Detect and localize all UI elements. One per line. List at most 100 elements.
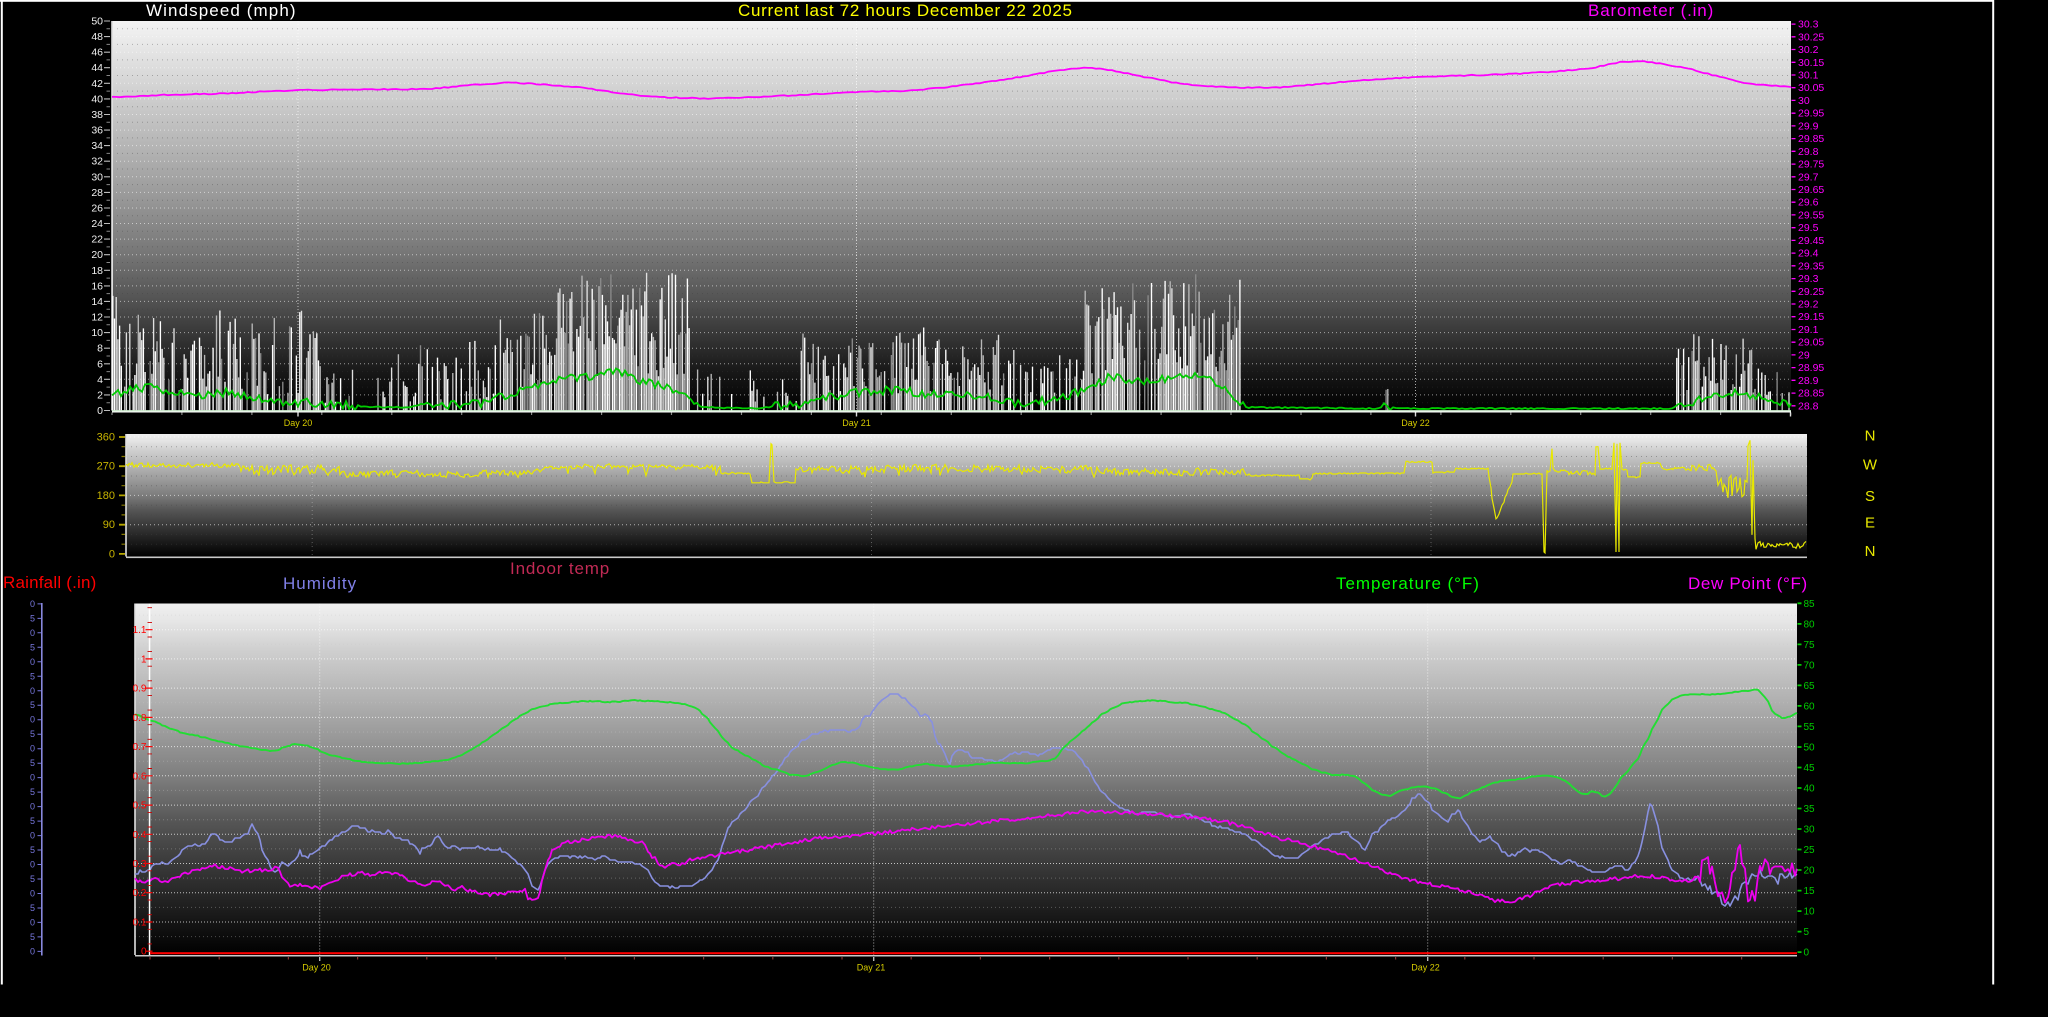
svg-text:30: 30 <box>91 171 103 183</box>
svg-text:75: 75 <box>1804 640 1816 651</box>
svg-text:S: S <box>1865 488 1875 505</box>
svg-text:0: 0 <box>30 802 35 812</box>
svg-text:270: 270 <box>97 461 115 473</box>
svg-text:44: 44 <box>91 62 103 74</box>
svg-text:5: 5 <box>30 787 35 797</box>
svg-text:E: E <box>1865 515 1875 532</box>
svg-text:36: 36 <box>91 125 103 137</box>
svg-text:0: 0 <box>30 628 35 638</box>
svg-text:29.4: 29.4 <box>1798 248 1819 260</box>
svg-text:0.2: 0.2 <box>133 888 147 899</box>
svg-text:Temperature (°F): Temperature (°F) <box>1336 574 1480 593</box>
svg-text:6: 6 <box>97 358 103 370</box>
svg-text:30.05: 30.05 <box>1798 82 1824 94</box>
svg-text:5: 5 <box>30 671 35 681</box>
svg-text:29.65: 29.65 <box>1798 184 1824 196</box>
svg-text:30: 30 <box>1798 95 1810 107</box>
svg-text:W: W <box>1863 457 1878 474</box>
svg-text:14: 14 <box>91 296 103 308</box>
svg-text:85: 85 <box>1804 599 1816 610</box>
svg-text:48: 48 <box>91 31 103 43</box>
svg-text:Day 20: Day 20 <box>284 418 313 428</box>
svg-text:29.25: 29.25 <box>1798 286 1824 298</box>
svg-text:10: 10 <box>1804 907 1816 918</box>
svg-text:0: 0 <box>30 744 35 754</box>
svg-text:60: 60 <box>1804 701 1816 712</box>
svg-text:5: 5 <box>30 874 35 884</box>
svg-text:0: 0 <box>30 946 35 956</box>
svg-text:29.15: 29.15 <box>1798 311 1824 323</box>
svg-text:40: 40 <box>91 93 103 105</box>
svg-text:5: 5 <box>30 816 35 826</box>
svg-text:29.3: 29.3 <box>1798 273 1819 285</box>
svg-text:Rainfall (.in): Rainfall (.in) <box>3 573 97 592</box>
svg-text:18: 18 <box>91 265 103 277</box>
svg-text:5: 5 <box>30 845 35 855</box>
svg-text:Current last 72 hours December: Current last 72 hours December 22 2025 <box>738 1 1073 20</box>
svg-text:34: 34 <box>91 140 103 152</box>
svg-text:5: 5 <box>30 613 35 623</box>
svg-text:20: 20 <box>1804 866 1816 877</box>
svg-text:N: N <box>1865 543 1876 560</box>
svg-text:30.3: 30.3 <box>1798 19 1819 31</box>
svg-text:46: 46 <box>91 47 103 59</box>
svg-text:5: 5 <box>30 729 35 739</box>
svg-text:360: 360 <box>97 432 115 444</box>
svg-text:0: 0 <box>30 599 35 609</box>
svg-text:Day 21: Day 21 <box>842 418 871 428</box>
svg-text:50: 50 <box>91 16 103 28</box>
svg-text:0.3: 0.3 <box>133 859 147 870</box>
svg-text:0.7: 0.7 <box>133 742 147 753</box>
svg-text:0.9: 0.9 <box>133 684 147 695</box>
svg-text:32: 32 <box>91 156 103 168</box>
svg-text:0: 0 <box>30 831 35 841</box>
svg-text:Dew Point (°F): Dew Point (°F) <box>1688 574 1808 593</box>
svg-text:29.35: 29.35 <box>1798 260 1824 272</box>
svg-text:29.75: 29.75 <box>1798 159 1824 171</box>
svg-text:5: 5 <box>30 642 35 652</box>
svg-text:Day 21: Day 21 <box>857 963 886 973</box>
svg-text:28.95: 28.95 <box>1798 362 1824 374</box>
svg-text:0: 0 <box>109 548 115 560</box>
svg-text:2: 2 <box>97 389 103 401</box>
svg-text:29: 29 <box>1798 349 1810 361</box>
svg-text:24: 24 <box>91 218 103 230</box>
svg-text:20: 20 <box>91 249 103 261</box>
svg-text:45: 45 <box>1804 763 1816 774</box>
svg-text:29.55: 29.55 <box>1798 209 1824 221</box>
svg-text:30.2: 30.2 <box>1798 44 1819 56</box>
svg-text:5: 5 <box>30 903 35 913</box>
svg-text:35: 35 <box>1804 804 1816 815</box>
svg-text:5: 5 <box>30 932 35 942</box>
svg-text:70: 70 <box>1804 660 1816 671</box>
svg-text:40: 40 <box>1804 784 1816 795</box>
svg-text:0: 0 <box>30 889 35 899</box>
svg-text:29.7: 29.7 <box>1798 171 1819 183</box>
svg-text:Humidity: Humidity <box>283 574 357 593</box>
svg-text:29.45: 29.45 <box>1798 235 1824 247</box>
svg-text:Barometer (.in): Barometer (.in) <box>1588 1 1714 20</box>
svg-text:28.85: 28.85 <box>1798 388 1824 400</box>
svg-text:29.1: 29.1 <box>1798 324 1819 336</box>
svg-text:N: N <box>1865 428 1876 445</box>
svg-text:30: 30 <box>1804 825 1816 836</box>
svg-text:29.05: 29.05 <box>1798 337 1824 349</box>
svg-text:28: 28 <box>91 187 103 199</box>
svg-text:0.5: 0.5 <box>133 801 147 812</box>
svg-text:15: 15 <box>1804 886 1816 897</box>
svg-text:0: 0 <box>1804 948 1810 959</box>
svg-text:42: 42 <box>91 78 103 90</box>
svg-text:30.25: 30.25 <box>1798 31 1824 43</box>
svg-text:0.4: 0.4 <box>133 830 147 841</box>
svg-text:55: 55 <box>1804 722 1816 733</box>
svg-text:Day 22: Day 22 <box>1401 418 1430 428</box>
svg-text:28.9: 28.9 <box>1798 375 1819 387</box>
svg-text:26: 26 <box>91 203 103 215</box>
svg-text:38: 38 <box>91 109 103 121</box>
svg-text:22: 22 <box>91 234 103 246</box>
svg-text:29.8: 29.8 <box>1798 146 1819 158</box>
svg-text:4: 4 <box>97 374 103 386</box>
svg-text:30.1: 30.1 <box>1798 70 1819 82</box>
svg-text:28.8: 28.8 <box>1798 400 1819 412</box>
svg-text:Day 20: Day 20 <box>302 963 331 973</box>
